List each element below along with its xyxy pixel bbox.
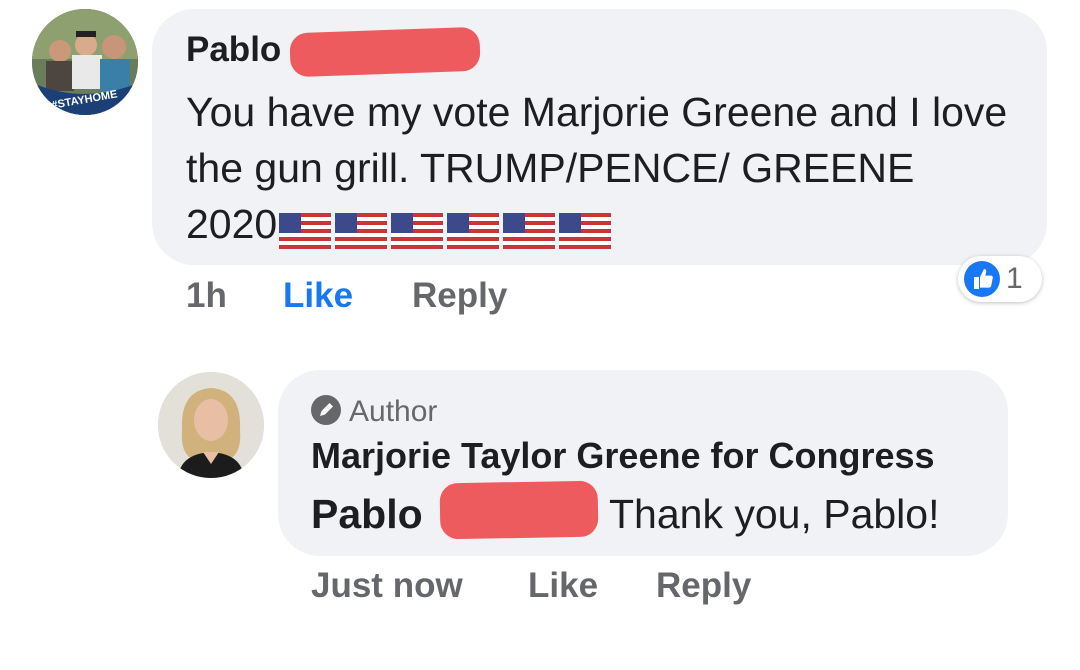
reply-author-name[interactable]: Marjorie Taylor Greene for Congress — [311, 436, 935, 476]
pencil-icon — [311, 395, 341, 425]
redaction-mark — [439, 480, 599, 540]
us-flag-icon — [335, 213, 388, 250]
author-badge: Author — [311, 394, 437, 430]
comment-text: You have my vote Marjorie Greene and I l… — [186, 84, 1016, 256]
author-badge-label: Author — [349, 395, 438, 428]
thumbs-up-icon — [964, 261, 1000, 297]
like-button[interactable]: Like — [283, 276, 353, 316]
avatar-photo: #STAYHOME — [32, 9, 138, 115]
reply-text: Pablo Thank you, Pablo! — [311, 490, 939, 538]
avatar-pablo[interactable]: #STAYHOME — [32, 9, 138, 115]
us-flag-icon — [503, 213, 556, 250]
reply-like-button[interactable]: Like — [528, 566, 598, 606]
reaction-summary[interactable]: 1 — [958, 256, 1042, 302]
us-flag-icon — [391, 213, 444, 250]
flag-emojis — [279, 200, 615, 256]
mention-tag[interactable]: Pablo — [311, 491, 423, 537]
reply-text-content: Thank you, Pablo! — [609, 491, 940, 537]
reaction-count: 1 — [1006, 262, 1023, 295]
us-flag-icon — [279, 213, 332, 250]
comment-timestamp[interactable]: 1h — [186, 276, 227, 316]
reply-reply-button[interactable]: Reply — [656, 566, 751, 606]
comment-thread: #STAYHOME Pablo You have my vote Marjori… — [0, 0, 1080, 670]
us-flag-icon — [447, 213, 500, 250]
comment-author-name[interactable]: Pablo — [186, 30, 281, 70]
reply-timestamp[interactable]: Just now — [311, 566, 463, 606]
redaction-mark — [289, 26, 481, 78]
reply-button[interactable]: Reply — [412, 276, 507, 316]
avatar-photo — [158, 372, 264, 478]
avatar-author[interactable] — [158, 372, 264, 478]
us-flag-icon — [559, 213, 612, 250]
